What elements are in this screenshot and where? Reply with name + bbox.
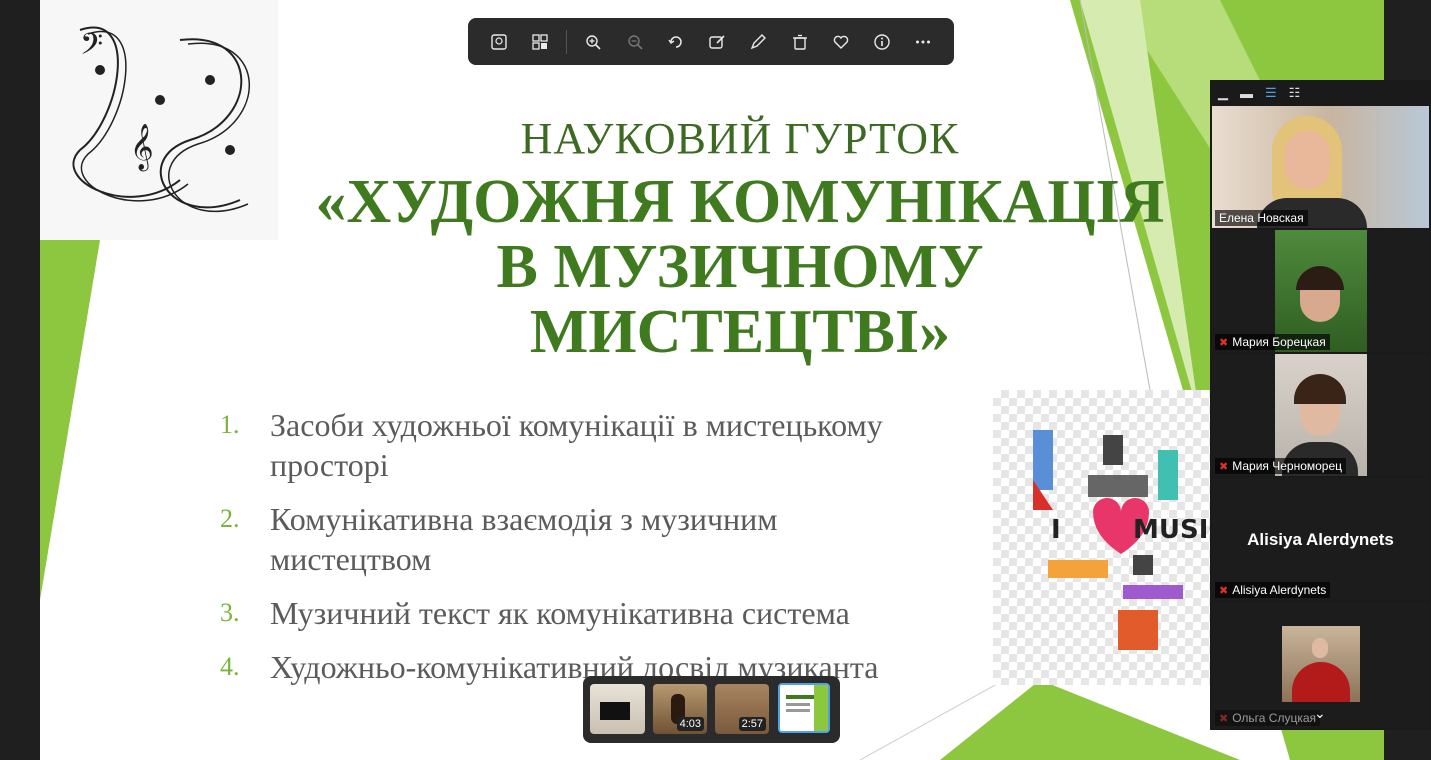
slide-title-line: МИСТЕЦТВІ» — [529, 298, 951, 366]
participant-display-name: Alisiya Alerdynets — [1247, 530, 1394, 549]
delete-icon[interactable] — [785, 27, 815, 57]
participant-tile[interactable]: Alisiya Alerdynets ✖ Alisiya Alerdynets — [1212, 478, 1429, 600]
list-text: Музичний текст як комунікативна система — [270, 595, 850, 631]
scroll-down-icon[interactable]: ⌄ — [1314, 705, 1326, 722]
video-duration: 4:03 — [676, 717, 704, 731]
participant-name: ✖ Мария Борецкая — [1215, 334, 1330, 350]
muted-mic-icon: ✖ — [1219, 336, 1229, 349]
single-view-icon[interactable]: ▬ — [1240, 86, 1253, 101]
draw-icon[interactable] — [743, 27, 773, 57]
grid-view-icon[interactable]: ☷ — [1289, 85, 1301, 101]
list-number: 3. — [220, 598, 240, 627]
video-duration: 2:57 — [738, 717, 766, 731]
i-love-music-image: I MUSIC — [993, 390, 1227, 685]
topic-list: 1. Засоби художньої комунікації в мистець… — [220, 405, 940, 701]
thumbnail-selected[interactable] — [778, 683, 830, 733]
list-text: Комунікативна взаємодія з музичним мисте… — [270, 501, 778, 577]
info-icon[interactable] — [867, 27, 897, 57]
participant-tile[interactable]: ✖ Ольга Слуцкая ⌄ — [1212, 602, 1429, 728]
thumbnail[interactable]: 4:03 — [653, 684, 707, 734]
participants-panel: ▁ ▬ ☰ ☷ Елена Новская ✖ Мария Борецкая ✖ М… — [1210, 80, 1431, 730]
list-number: 4. — [220, 652, 240, 681]
image-icon[interactable] — [484, 27, 514, 57]
muted-mic-icon: ✖ — [1219, 460, 1229, 473]
thumbnail[interactable] — [590, 684, 645, 734]
zoom-out-icon[interactable] — [620, 27, 650, 57]
svg-text:𝄢: 𝄢 — [80, 28, 103, 69]
participant-name: ✖ Мария Черноморец — [1215, 458, 1347, 474]
participant-name: Елена Новская — [1215, 210, 1308, 226]
list-item: 3. Музичний текст як комунікативна систем… — [220, 593, 940, 633]
rotate-icon[interactable] — [661, 27, 691, 57]
muted-mic-icon: ✖ — [1219, 584, 1229, 597]
collage-icon[interactable] — [525, 27, 555, 57]
list-item: 2. Комунікативна взаємодія з музичним мис… — [220, 499, 940, 579]
participant-name: ✖ Ольга Слуцкая — [1215, 710, 1321, 726]
participant-name: ✖ Alisiya Alerdynets — [1215, 582, 1331, 598]
muted-mic-icon: ✖ — [1219, 712, 1229, 725]
i-love-music-lettering: I — [1051, 515, 1061, 545]
list-text: Засоби художньої комунікації в мистецько… — [270, 407, 883, 483]
zoom-in-icon[interactable] — [578, 27, 608, 57]
slide-title-line: В МУЗИЧНОМУ — [496, 233, 984, 301]
participant-tile[interactable]: ✖ Мария Черноморец — [1212, 354, 1429, 476]
edit-image-icon[interactable] — [702, 27, 732, 57]
thumbnail[interactable]: 2:57 — [715, 684, 769, 734]
slide-subtitle: НАУКОВИЙ ГУРТОК — [520, 114, 960, 163]
slide-title: «ХУДОЖНЯ КОМУНІКАЦІЯ В МУЗИЧНОМУ МИСТЕЦТ… — [290, 170, 1190, 365]
panel-controls: ▁ ▬ ☰ ☷ — [1210, 80, 1431, 106]
toolbar-divider — [566, 29, 568, 54]
presentation-slide: 𝄢 𝄞 НАУКОВИЙ ГУРТОК «ХУДОЖНЯ КОМУНІКАЦІЯ… — [40, 0, 1384, 760]
participant-tile[interactable]: Елена Новская — [1212, 106, 1429, 228]
image-viewer-toolbar — [468, 18, 954, 65]
filmstrip: 4:03 2:57 — [583, 676, 840, 743]
list-number: 1. — [220, 410, 240, 439]
list-number: 2. — [220, 504, 240, 533]
favorite-icon[interactable] — [826, 27, 856, 57]
strip-view-icon[interactable]: ☰ — [1265, 85, 1277, 101]
slide-title-line: «ХУДОЖНЯ КОМУНІКАЦІЯ — [315, 168, 1165, 236]
svg-text:MUSIC: MUSIC — [1133, 515, 1213, 545]
minimize-icon[interactable]: ▁ — [1218, 85, 1228, 101]
list-item: 1. Засоби художньої комунікації в мистець… — [220, 405, 940, 485]
participant-tile[interactable]: ✖ Мария Борецкая — [1212, 230, 1429, 352]
more-icon[interactable] — [908, 27, 938, 57]
